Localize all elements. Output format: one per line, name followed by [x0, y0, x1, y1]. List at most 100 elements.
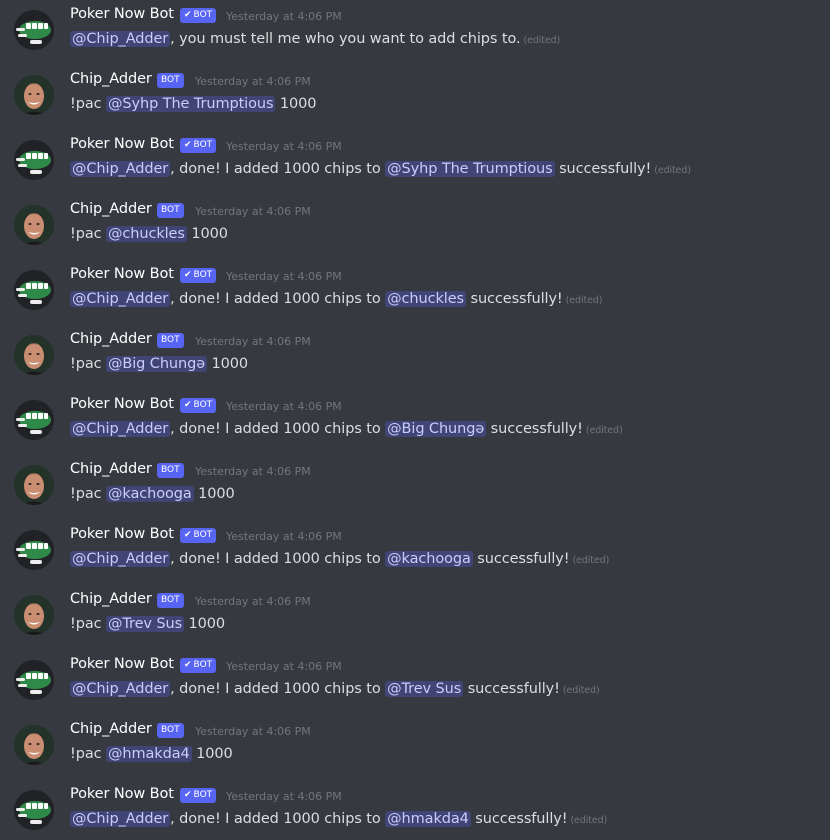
- timestamp[interactable]: Yesterday at 4:06 PM: [195, 75, 311, 88]
- username[interactable]: Chip_Adder: [70, 461, 152, 477]
- timestamp[interactable]: Yesterday at 4:06 PM: [195, 465, 311, 478]
- message-content: @Chip_Adder, done! I added 1000 chips to…: [70, 680, 600, 700]
- timestamp[interactable]: Yesterday at 4:06 PM: [226, 400, 342, 413]
- timestamp[interactable]: Yesterday at 4:06 PM: [226, 270, 342, 283]
- poker-table-avatar-icon[interactable]: [14, 10, 54, 50]
- checkmark-icon: ✔: [184, 10, 192, 20]
- user-mention[interactable]: @Chip_Adder: [70, 161, 171, 177]
- username[interactable]: Poker Now Bot: [70, 786, 174, 802]
- user-mention[interactable]: @Chip_Adder: [70, 291, 171, 307]
- user-photo-avatar-icon[interactable]: [14, 595, 54, 635]
- message: Poker Now Bot ✔ BOT Yesterday at 4:06 PM @Ch…: [0, 260, 830, 320]
- user-mention[interactable]: @Trev Sus: [106, 616, 185, 632]
- amount-text: 1000: [188, 616, 226, 632]
- checkmark-icon: ✔: [184, 270, 192, 280]
- username[interactable]: Chip_Adder: [70, 331, 152, 347]
- username[interactable]: Chip_Adder: [70, 721, 152, 737]
- message-content: @Chip_Adder, you must tell me who you wa…: [70, 30, 560, 50]
- user-mention[interactable]: @Big Chungə: [106, 356, 208, 372]
- bot-badge: BOT: [157, 463, 184, 478]
- timestamp[interactable]: Yesterday at 4:06 PM: [226, 530, 342, 543]
- message-text: successfully!: [475, 811, 568, 827]
- poker-table-avatar-icon[interactable]: [14, 270, 54, 310]
- username[interactable]: Chip_Adder: [70, 591, 152, 607]
- edited-label: (edited): [585, 425, 623, 436]
- poker-table-avatar-icon[interactable]: [14, 530, 54, 570]
- timestamp[interactable]: Yesterday at 4:06 PM: [226, 140, 342, 153]
- checkmark-icon: ✔: [184, 140, 192, 150]
- message-content: !pac @kachooga 1000: [70, 485, 235, 503]
- user-mention[interactable]: @Chip_Adder: [70, 421, 171, 437]
- user-mention[interactable]: @hmakda4: [106, 746, 192, 762]
- username[interactable]: Chip_Adder: [70, 71, 152, 87]
- message-content: !pac @Trev Sus 1000: [70, 615, 225, 633]
- amount-text: 1000: [211, 356, 249, 372]
- user-photo-avatar-icon[interactable]: [14, 205, 54, 245]
- user-mention[interactable]: @Chip_Adder: [70, 31, 171, 47]
- message-text: successfully!: [559, 161, 652, 177]
- message-content: !pac @chuckles 1000: [70, 225, 228, 243]
- user-mention[interactable]: @chuckles: [385, 291, 466, 307]
- bot-badge: ✔ BOT: [180, 788, 217, 803]
- command-text: !pac: [70, 616, 102, 632]
- timestamp[interactable]: Yesterday at 4:06 PM: [195, 595, 311, 608]
- user-mention[interactable]: @Syhp The Trumptious: [106, 96, 276, 112]
- username[interactable]: Poker Now Bot: [70, 136, 174, 152]
- timestamp[interactable]: Yesterday at 4:06 PM: [226, 790, 342, 803]
- username[interactable]: Poker Now Bot: [70, 656, 174, 672]
- amount-text: 1000: [191, 226, 228, 242]
- user-mention[interactable]: @hmakda4: [385, 811, 471, 827]
- bot-badge-label: BOT: [161, 725, 180, 735]
- message-content: !pac @Syhp The Trumptious 1000: [70, 95, 317, 113]
- bot-badge-label: BOT: [161, 335, 180, 345]
- message: Poker Now Bot ✔ BOT Yesterday at 4:06 PM @Ch…: [0, 650, 830, 710]
- message-text: , done! I added 1000 chips to: [170, 421, 381, 437]
- bot-badge-label: BOT: [193, 10, 213, 20]
- user-mention[interactable]: @Syhp The Trumptious: [385, 161, 555, 177]
- username[interactable]: Poker Now Bot: [70, 266, 174, 282]
- timestamp[interactable]: Yesterday at 4:06 PM: [226, 660, 342, 673]
- edited-label: (edited): [572, 555, 610, 566]
- user-mention[interactable]: @Trev Sus: [385, 681, 464, 697]
- timestamp[interactable]: Yesterday at 4:06 PM: [195, 725, 311, 738]
- user-photo-avatar-icon[interactable]: [14, 75, 54, 115]
- poker-table-avatar-icon[interactable]: [14, 790, 54, 830]
- user-mention[interactable]: @kachooga: [106, 486, 194, 502]
- message-content: @Chip_Adder, done! I added 1000 chips to…: [70, 160, 691, 180]
- user-mention[interactable]: @Chip_Adder: [70, 681, 171, 697]
- poker-table-avatar-icon[interactable]: [14, 400, 54, 440]
- user-mention[interactable]: @Chip_Adder: [70, 551, 171, 567]
- bot-badge-label: BOT: [193, 270, 213, 280]
- username[interactable]: Poker Now Bot: [70, 526, 174, 542]
- user-mention[interactable]: @kachooga: [385, 551, 473, 567]
- poker-table-avatar-icon[interactable]: [14, 140, 54, 180]
- message: Chip_Adder BOT Yesterday at 4:06 PM !pac @T…: [0, 585, 830, 645]
- poker-table-avatar-icon[interactable]: [14, 660, 54, 700]
- message: Poker Now Bot ✔ BOT Yesterday at 4:06 PM @Ch…: [0, 0, 830, 60]
- bot-badge: ✔ BOT: [180, 268, 217, 283]
- user-mention[interactable]: @Big Chungə: [385, 421, 487, 437]
- bot-badge-label: BOT: [193, 530, 213, 540]
- bot-badge-label: BOT: [161, 75, 180, 85]
- timestamp[interactable]: Yesterday at 4:06 PM: [195, 205, 311, 218]
- message-list: Poker Now Bot ✔ BOT Yesterday at 4:06 PM @Ch…: [0, 0, 830, 834]
- username[interactable]: Poker Now Bot: [70, 6, 174, 22]
- message-text: , done! I added 1000 chips to: [170, 161, 381, 177]
- timestamp[interactable]: Yesterday at 4:06 PM: [226, 10, 342, 23]
- message: Chip_Adder BOT Yesterday at 4:06 PM !pac @h…: [0, 715, 830, 775]
- username[interactable]: Chip_Adder: [70, 201, 152, 217]
- user-photo-avatar-icon[interactable]: [14, 465, 54, 505]
- command-text: !pac: [70, 96, 102, 112]
- user-mention[interactable]: @chuckles: [106, 226, 187, 242]
- user-photo-avatar-icon[interactable]: [14, 725, 54, 765]
- user-photo-avatar-icon[interactable]: [14, 335, 54, 375]
- amount-text: 1000: [196, 746, 233, 762]
- checkmark-icon: ✔: [184, 660, 192, 670]
- user-mention[interactable]: @Chip_Adder: [70, 811, 171, 827]
- bot-badge-label: BOT: [193, 140, 213, 150]
- username[interactable]: Poker Now Bot: [70, 396, 174, 412]
- timestamp[interactable]: Yesterday at 4:06 PM: [195, 335, 311, 348]
- bot-badge: ✔ BOT: [180, 138, 217, 153]
- bot-badge: ✔ BOT: [180, 658, 217, 673]
- message-text: successfully!: [490, 421, 583, 437]
